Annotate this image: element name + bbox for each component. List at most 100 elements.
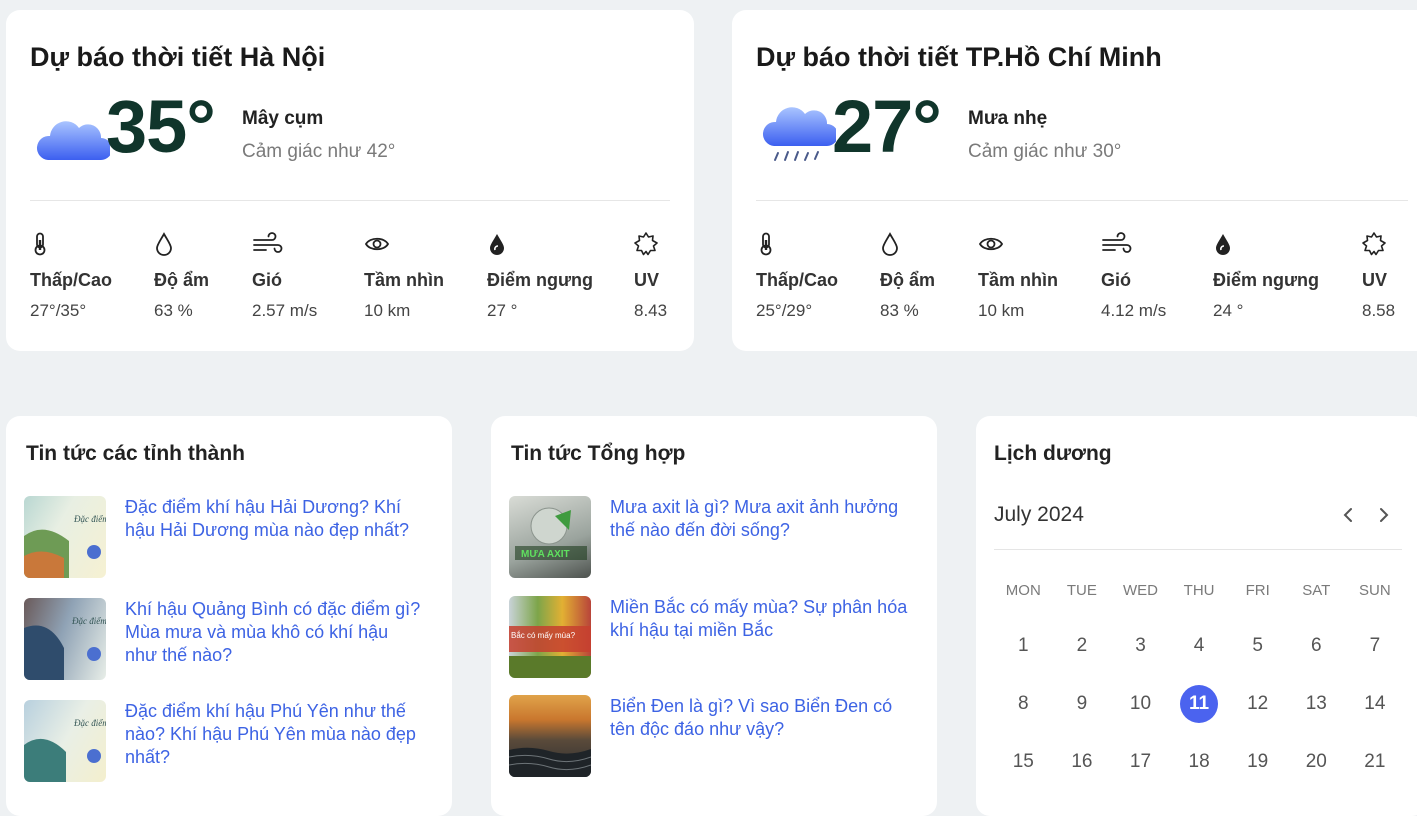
- rain-cloud-icon: [763, 107, 836, 161]
- stat-wind: Gió 2.57 m/s: [252, 232, 317, 321]
- stat-label: Thấp/Cao: [756, 270, 839, 290]
- calendar-day-number: 11: [1180, 685, 1219, 723]
- thumbnail-art: Đặc điểm QUẢNG: [24, 616, 106, 680]
- calendar-day[interactable]: 3: [1111, 631, 1170, 689]
- calendar-day[interactable]: 20: [1287, 747, 1346, 805]
- news-item[interactable]: Đặc điểm QUẢNG Khí hậu Quảng Bình có đặc…: [24, 598, 434, 680]
- news-item[interactable]: Bắc có mấy mùa? Miền Bắc có mấy mùa? Sự …: [509, 596, 919, 678]
- stat-label: UV: [1362, 270, 1388, 290]
- calendar-day-number: 17: [1129, 751, 1152, 772]
- thumbnail-art: Đặc điểm HẢI DƯ: [24, 514, 106, 578]
- stat-dew-point: Điểm ngưng 24 °: [1213, 232, 1319, 321]
- svg-text:Bắc có mấy mùa?: Bắc có mấy mùa?: [511, 631, 576, 640]
- news-link[interactable]: Khí hậu Quảng Bình có đặc điểm gì? Mùa m…: [125, 598, 425, 667]
- calendar-day[interactable]: 10: [1111, 689, 1170, 747]
- stat-value: 27°/35°: [30, 301, 87, 320]
- calendar-day-number: 12: [1247, 693, 1269, 714]
- calendar-day-number: 14: [1364, 693, 1386, 714]
- calendar-day[interactable]: 1: [994, 631, 1053, 689]
- dew-point-icon: [1216, 234, 1230, 255]
- calendar-day-number: 9: [1076, 693, 1088, 714]
- stat-value: 27 °: [487, 301, 518, 320]
- news-thumbnail[interactable]: Đặc điểm HẢI DƯ: [24, 496, 106, 578]
- calendar-day[interactable]: 2: [1053, 631, 1112, 689]
- news-item[interactable]: MƯA AXIT Mưa axit là gì? Mưa axit ảnh hư…: [509, 496, 919, 578]
- calendar-day[interactable]: 16: [1053, 747, 1112, 805]
- condition: Mưa nhẹ: [968, 108, 1048, 129]
- news-thumbnail[interactable]: Đặc điểm PHÚ: [24, 700, 106, 782]
- feels-like: Cảm giác như 42°: [242, 141, 396, 162]
- news-thumbnail[interactable]: Đặc điểm QUẢNG: [24, 598, 106, 680]
- news-thumbnail[interactable]: MƯA AXIT: [509, 496, 591, 578]
- news-link[interactable]: Biển Đen là gì? Vì sao Biển Đen có tên đ…: [610, 695, 910, 741]
- cloud-icon: [37, 121, 110, 160]
- calendar-grid: MON TUE WED THU FRI SAT SUN 1 2 3 4 5 6 7 8 9 10 1…: [994, 576, 1404, 805]
- calendar-day[interactable]: 7: [1346, 631, 1405, 689]
- news-link[interactable]: Đặc điểm khí hậu Hải Dương? Khí hậu Hải …: [125, 496, 425, 542]
- chevron-right-icon[interactable]: [1372, 504, 1394, 526]
- news-thumbnail[interactable]: Bắc có mấy mùa?: [509, 596, 591, 678]
- weekday-label: THU: [1183, 582, 1215, 599]
- stat-value: 10 km: [364, 301, 411, 320]
- thumbnail-art: Bắc có mấy mùa?: [509, 626, 591, 678]
- stat-low-high: Thấp/Cao 27°/35°: [30, 232, 112, 321]
- calendar-day[interactable]: 18: [1170, 747, 1229, 805]
- stat-value: 8.43: [634, 301, 668, 320]
- section-title: Tin tức các tỉnh thành: [26, 442, 246, 465]
- calendar-day[interactable]: 5: [1228, 631, 1287, 689]
- calendar-day[interactable]: 14: [1346, 689, 1405, 747]
- calendar-day-number: 10: [1129, 693, 1152, 714]
- thermometer-icon: [34, 232, 46, 256]
- thumbnail-art: Đặc điểm PHÚ: [24, 718, 106, 782]
- stat-value: 83 %: [880, 301, 919, 320]
- stat-value: 4.12 m/s: [1101, 301, 1167, 320]
- stat-uv: UV 8.58: [1362, 232, 1395, 321]
- calendar-day[interactable]: 17: [1111, 747, 1170, 805]
- calendar-day[interactable]: 19: [1228, 747, 1287, 805]
- calendar-day[interactable]: 8: [994, 689, 1053, 747]
- news-thumbnail[interactable]: [509, 695, 591, 777]
- calendar-day-number: 16: [1071, 751, 1093, 772]
- news-item[interactable]: Biển Đen là gì? Vì sao Biển Đen có tên đ…: [509, 695, 919, 777]
- news-item[interactable]: Đặc điểm PHÚ Đặc điểm khí hậu Phú Yên nh…: [24, 700, 434, 782]
- stat-visibility: Tầm nhìn 10 km: [364, 232, 444, 321]
- news-link[interactable]: Đặc điểm khí hậu Phú Yên như thế nào? Kh…: [125, 700, 425, 769]
- calendar-day[interactable]: 9: [1053, 689, 1112, 747]
- weekday-label: TUE: [1066, 582, 1097, 599]
- stat-label: Gió: [1101, 270, 1131, 290]
- weekday-label: FRI: [1245, 582, 1270, 599]
- calendar-month: July 2024: [994, 503, 1084, 526]
- calendar-day[interactable]: 12: [1228, 689, 1287, 747]
- weekday-label: SAT: [1302, 582, 1331, 599]
- calendar-day-number: 3: [1135, 635, 1146, 656]
- calendar-day[interactable]: 21: [1346, 747, 1405, 805]
- chevron-left-icon[interactable]: [1338, 504, 1360, 526]
- stat-visibility: Tầm nhìn 10 km: [978, 232, 1058, 321]
- news-link[interactable]: Miền Bắc có mấy mùa? Sự phân hóa khí hậu…: [610, 596, 910, 642]
- humidity-icon: [882, 232, 898, 256]
- calendar-day[interactable]: 13: [1287, 689, 1346, 747]
- news-item[interactable]: Đặc điểm HẢI DƯ Đặc điểm khí hậu Hải Dươ…: [24, 496, 434, 578]
- stat-label: Độ ẩm: [880, 270, 936, 290]
- calendar-day[interactable]: 6: [1287, 631, 1346, 689]
- stat-value: 25°/29°: [756, 301, 813, 320]
- svg-text:Đặc điểm HẢI DƯ: Đặc điểm HẢI DƯ: [73, 514, 106, 524]
- svg-text:MƯA AXIT: MƯA AXIT: [521, 549, 570, 560]
- news-general-panel: Tin tức Tổng hợp MƯA AXIT Mưa axit là gì…: [491, 416, 937, 816]
- calendar-day[interactable]: 4: [1170, 631, 1229, 689]
- weather-title: Dự báo thời tiết TP.Hồ Chí Minh: [756, 42, 1162, 72]
- calendar-day-number: 6: [1310, 635, 1322, 656]
- calendar-day-today[interactable]: 11: [1170, 685, 1229, 747]
- weather-card-hcm: Dự báo thời tiết TP.Hồ Chí Minh 27° Mưa …: [732, 10, 1417, 351]
- calendar-day[interactable]: 15: [994, 747, 1053, 805]
- calendar-day-number: 4: [1193, 635, 1205, 656]
- svg-text:Đặc điểm PHÚ: Đặc điểm PHÚ: [73, 718, 106, 728]
- stat-value: 10 km: [978, 301, 1025, 320]
- feels-like: Cảm giác như 30°: [968, 141, 1122, 162]
- svg-text:Đặc điểm QUẢNG: Đặc điểm QUẢNG: [71, 616, 106, 626]
- news-link[interactable]: Mưa axit là gì? Mưa axit ảnh hưởng thế n…: [610, 496, 910, 542]
- eye-icon: [978, 237, 1004, 251]
- calendar-day-number: 8: [1018, 693, 1029, 714]
- calendar-day-number: 19: [1247, 751, 1269, 772]
- section-title: Tin tức Tổng hợp: [511, 442, 686, 465]
